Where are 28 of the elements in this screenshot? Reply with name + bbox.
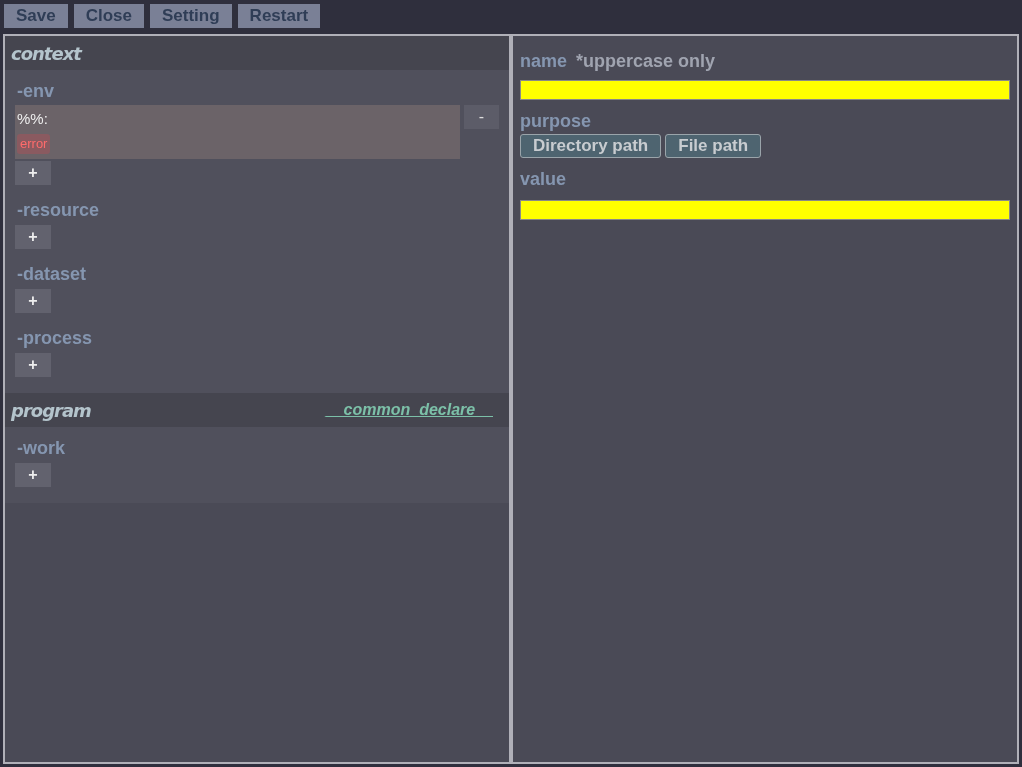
section-title: context bbox=[11, 41, 81, 66]
add-button[interactable]: + bbox=[15, 225, 51, 249]
field-label: purpose bbox=[520, 110, 592, 132]
add-button[interactable]: + bbox=[15, 289, 51, 313]
toolbar-button[interactable]: Restart bbox=[237, 4, 321, 28]
error-badge: error bbox=[17, 134, 51, 154]
toolbar-button[interactable]: Setting bbox=[150, 4, 232, 28]
group-label: -process bbox=[16, 327, 94, 350]
link[interactable]: __common_declare__ bbox=[325, 398, 493, 422]
field-label: value bbox=[520, 168, 568, 190]
toolbar-button[interactable]: Save bbox=[4, 4, 68, 28]
group-label: -env bbox=[16, 80, 55, 103]
add-button[interactable]: + bbox=[15, 463, 51, 487]
add-button[interactable]: + bbox=[15, 353, 51, 377]
remove-button[interactable]: - bbox=[463, 105, 499, 129]
group-label: -resource bbox=[16, 199, 101, 222]
group-label: -dataset bbox=[16, 263, 88, 286]
option-button[interactable]: File path bbox=[665, 134, 762, 158]
field-label: name bbox=[520, 50, 568, 72]
hint-text: *uppercase only bbox=[576, 50, 716, 72]
group-label: -work bbox=[16, 437, 66, 460]
value-field[interactable] bbox=[520, 200, 1010, 220]
option-button[interactable]: Directory path bbox=[520, 134, 662, 158]
section-title: program bbox=[11, 398, 91, 423]
entry-text: %%: bbox=[17, 109, 49, 129]
toolbar-button[interactable]: Close bbox=[73, 4, 144, 28]
add-button[interactable]: + bbox=[15, 161, 51, 185]
name-field[interactable] bbox=[520, 80, 1010, 100]
